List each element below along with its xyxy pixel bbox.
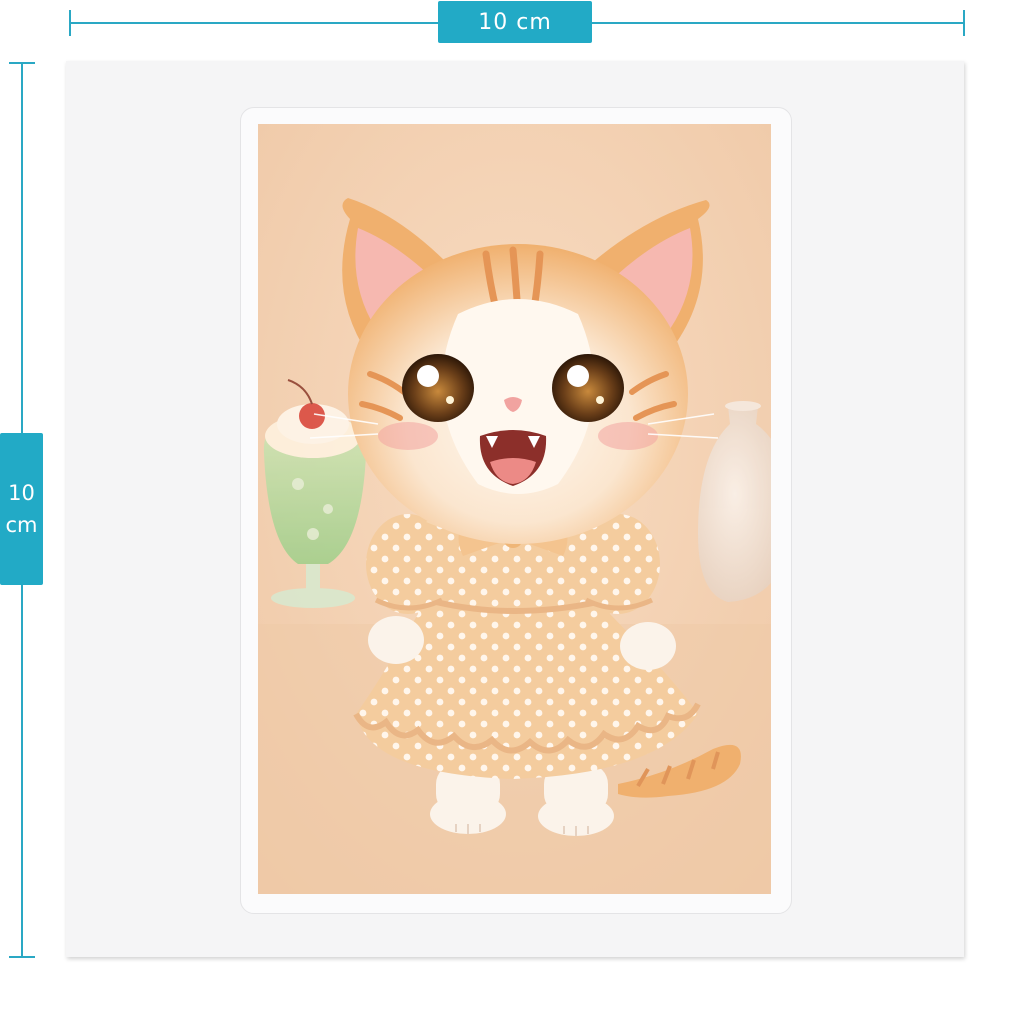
width-unit: cm [516, 9, 552, 35]
height-value: 10 [8, 481, 35, 505]
width-value: 10 [478, 9, 509, 35]
height-dimension-label: 10 cm [0, 433, 43, 585]
height-unit: cm [5, 513, 38, 537]
height-dimension-cap-bottom [9, 956, 35, 958]
kitten-illustration [258, 124, 771, 894]
width-dimension-label: 10 cm [438, 1, 592, 43]
width-dimension-cap-right [963, 10, 965, 36]
product-preview: 10 cm 10 cm [0, 0, 1024, 1024]
